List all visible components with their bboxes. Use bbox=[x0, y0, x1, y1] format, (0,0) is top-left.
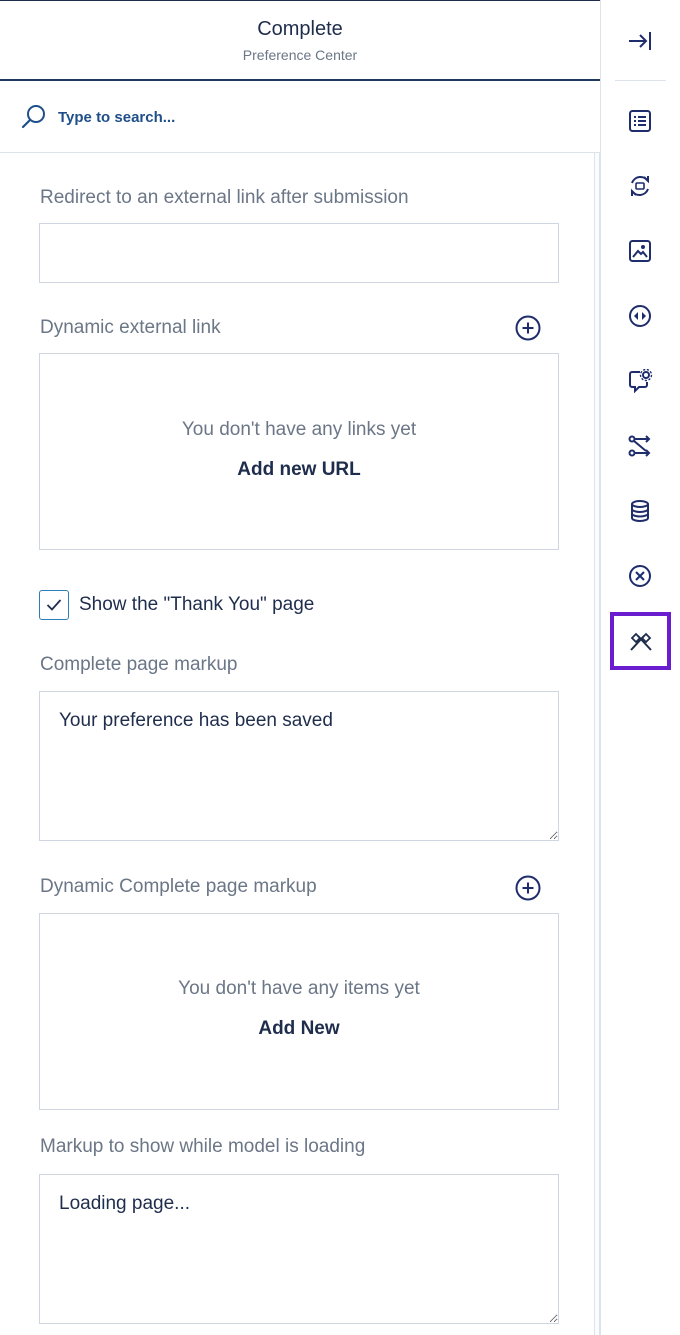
toolbar-general-button[interactable] bbox=[611, 92, 669, 150]
toolbar-logic-button[interactable] bbox=[611, 417, 669, 475]
dynamic-link-label: Dynamic external link bbox=[40, 317, 221, 338]
redirect-url-input[interactable] bbox=[39, 223, 559, 283]
dynamic-markup-empty-text: You don't have any items yet bbox=[178, 978, 420, 999]
chat-settings-icon bbox=[629, 368, 653, 394]
circle-close-icon bbox=[629, 565, 651, 587]
toolbar-validation-button[interactable] bbox=[611, 547, 669, 605]
image-icon bbox=[629, 240, 651, 262]
complete-markup-label: Complete page markup bbox=[40, 654, 238, 675]
search-bar bbox=[0, 81, 600, 153]
toolbar-divider bbox=[615, 80, 666, 81]
search-icon bbox=[21, 105, 45, 129]
add-dynamic-markup-icon[interactable] bbox=[515, 875, 541, 901]
loading-markup-label: Markup to show while model is loading bbox=[40, 1136, 366, 1157]
loading-markup-textarea[interactable]: Loading page... bbox=[39, 1174, 559, 1324]
redirect-label: Redirect to an external link after submi… bbox=[40, 187, 409, 208]
add-new-url-button[interactable]: Add new URL bbox=[40, 459, 558, 481]
add-new-item-button[interactable]: Add New bbox=[40, 1018, 558, 1040]
checkmark-icon bbox=[46, 599, 62, 611]
database-icon bbox=[631, 500, 649, 522]
toolbar-chat-settings-button[interactable] bbox=[611, 352, 669, 410]
thank-you-label[interactable]: Show the "Thank You" page bbox=[79, 594, 314, 616]
app-root: Complete Preference Center Redirect to a… bbox=[0, 0, 680, 1335]
thank-you-checkbox[interactable] bbox=[39, 590, 69, 620]
dynamic-markup-label: Dynamic Complete page markup bbox=[40, 876, 317, 897]
dynamic-link-empty-box: You don't have any links yet Add new URL bbox=[39, 353, 559, 550]
route-icon bbox=[628, 435, 651, 457]
toolbar-navigation-button[interactable] bbox=[611, 287, 669, 345]
complete-markup-textarea[interactable]: Your preference has been saved bbox=[39, 691, 559, 841]
page-subtitle: Preference Center bbox=[242, 47, 358, 63]
page-title: Complete bbox=[257, 18, 343, 40]
finish-flags-icon bbox=[629, 632, 652, 651]
toolbar-data-button[interactable] bbox=[611, 482, 669, 540]
dynamic-link-empty-text: You don't have any links yet bbox=[181, 419, 417, 440]
search-input[interactable] bbox=[58, 105, 538, 129]
toolbar-image-button[interactable] bbox=[611, 222, 669, 280]
panel-header: Complete Preference Center bbox=[0, 1, 600, 81]
toolbar-complete-button[interactable] bbox=[610, 612, 671, 670]
property-panel: Complete Preference Center Redirect to a… bbox=[0, 0, 600, 1335]
dynamic-markup-empty-box: You don't have any items yet Add New bbox=[39, 913, 559, 1110]
add-dynamic-link-icon[interactable] bbox=[515, 315, 541, 341]
refresh-cycle-icon bbox=[631, 176, 649, 196]
collapse-panel-button[interactable] bbox=[611, 12, 669, 70]
right-toolbar bbox=[600, 0, 680, 1335]
list-form-icon bbox=[629, 110, 651, 132]
code-navigation-icon bbox=[629, 305, 651, 327]
toolbar-refresh-button[interactable] bbox=[611, 157, 669, 215]
collapse-panel-icon bbox=[629, 32, 651, 50]
